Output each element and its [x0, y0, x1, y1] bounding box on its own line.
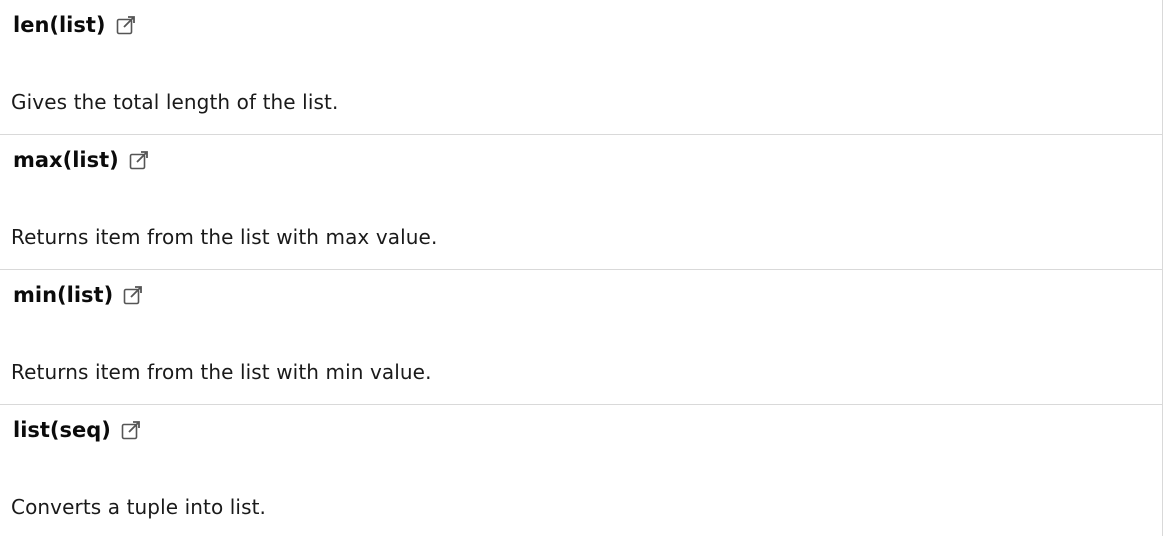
function-row-list: list(seq) Converts a tuple into list.	[0, 405, 1162, 536]
external-link-icon	[121, 421, 140, 440]
function-description: Returns item from the list with max valu…	[11, 225, 438, 249]
function-row-max: max(list) Returns item from the list wit…	[0, 135, 1162, 270]
list-functions-table: len(list) Gives the total length of the …	[0, 0, 1163, 536]
function-name: list(seq)	[13, 418, 111, 442]
function-name: min(list)	[13, 283, 114, 307]
function-description: Gives the total length of the list.	[11, 90, 339, 114]
external-link-icon	[116, 16, 135, 35]
external-link-icon	[129, 151, 148, 170]
function-row-min: min(list) Returns item from the list wit…	[0, 270, 1162, 405]
function-link-max[interactable]: max(list)	[13, 145, 149, 175]
function-link-list[interactable]: list(seq)	[13, 415, 141, 445]
function-name: max(list)	[13, 148, 119, 172]
function-link-min[interactable]: min(list)	[13, 280, 143, 310]
external-link-icon	[123, 286, 143, 305]
function-link-len[interactable]: len(list)	[13, 10, 136, 40]
function-description: Returns item from the list with min valu…	[11, 360, 432, 384]
function-row-len: len(list) Gives the total length of the …	[0, 0, 1162, 135]
function-name: len(list)	[13, 13, 106, 37]
function-description: Converts a tuple into list.	[11, 495, 267, 519]
